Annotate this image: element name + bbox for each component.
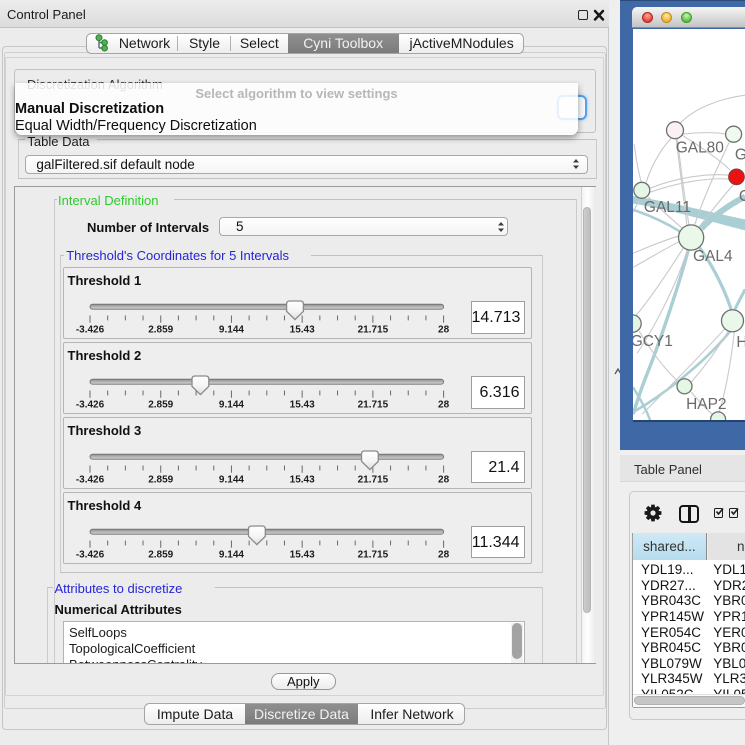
svg-text:GA: GA (735, 146, 745, 163)
svg-text:-3.426: -3.426 (76, 400, 105, 411)
svg-text:28: 28 (438, 549, 450, 560)
svg-text:9.144: 9.144 (219, 474, 244, 485)
svg-text:28: 28 (438, 474, 450, 485)
svg-text:15.43: 15.43 (290, 549, 315, 560)
svg-text:21.715: 21.715 (358, 474, 389, 485)
svg-text:GAL80: GAL80 (675, 139, 723, 156)
svg-text:21.715: 21.715 (358, 400, 389, 411)
svg-text:C: C (739, 188, 745, 205)
svg-text:H: H (736, 334, 745, 351)
svg-text:28: 28 (438, 325, 450, 336)
svg-text:GAL4: GAL4 (693, 248, 733, 265)
svg-text:GAL11: GAL11 (644, 199, 691, 216)
svg-text:15.43: 15.43 (290, 325, 315, 336)
svg-text:2.859: 2.859 (148, 549, 173, 560)
svg-text:9.144: 9.144 (219, 325, 244, 336)
svg-text:GCY1: GCY1 (633, 333, 673, 350)
svg-text:15.43: 15.43 (290, 474, 315, 485)
svg-text:-3.426: -3.426 (76, 474, 105, 485)
svg-text:HAP2: HAP2 (686, 396, 726, 413)
svg-text:28: 28 (438, 400, 450, 411)
svg-text:21.715: 21.715 (358, 325, 389, 336)
svg-text:-3.426: -3.426 (76, 549, 105, 560)
svg-text:21.715: 21.715 (358, 549, 389, 560)
svg-text:2.859: 2.859 (148, 474, 173, 485)
svg-text:2.859: 2.859 (148, 400, 173, 411)
svg-text:9.144: 9.144 (219, 400, 244, 411)
svg-text:15.43: 15.43 (290, 400, 315, 411)
svg-text:-3.426: -3.426 (76, 325, 105, 336)
svg-text:2.859: 2.859 (148, 325, 173, 336)
svg-text:9.144: 9.144 (219, 549, 244, 560)
